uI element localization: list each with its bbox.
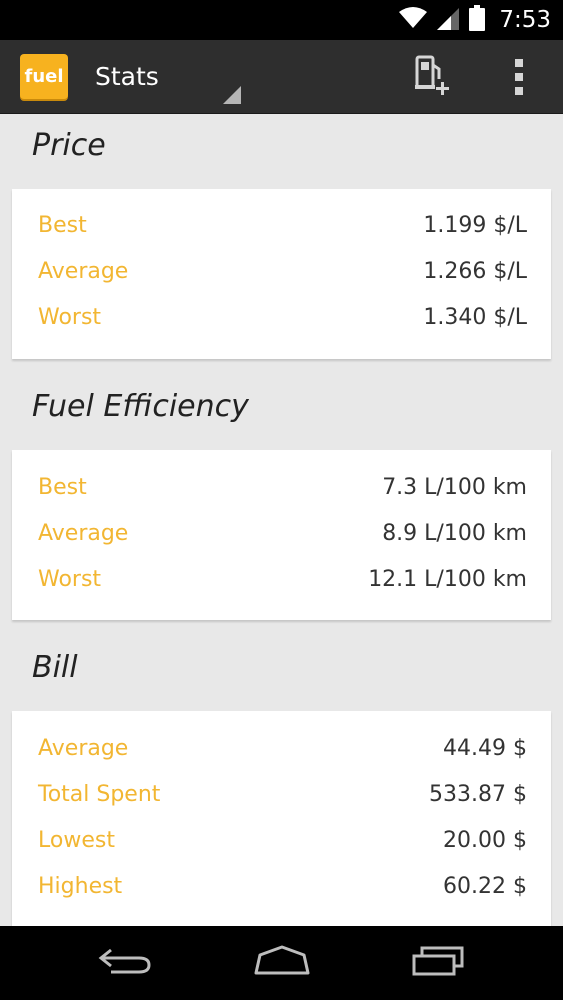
cell-signal-icon [437,6,460,34]
stat-value: 1.340 $/L [423,305,527,330]
stat-value: 12.1 L/100 km [368,567,527,592]
fuel-pump-add-icon [413,55,453,99]
stat-label: Lowest [38,828,115,853]
stat-label: Worst [38,567,102,592]
home-icon [252,945,312,981]
overflow-dot [515,87,523,95]
action-bar: fuel Stats [0,40,563,114]
recents-icon [410,946,466,980]
stats-content[interactable]: Price Best 1.199 $/L Average 1.266 $/L W… [0,114,563,926]
stat-row: Average 44.49 $ [12,732,551,772]
stat-row: Worst 1.340 $/L [12,301,551,341]
stat-value: 533.87 $ [429,782,527,807]
overflow-dot [515,73,523,81]
back-button[interactable] [65,926,185,1000]
back-icon [97,946,153,980]
card-fuel-efficiency: Best 7.3 L/100 km Average 8.9 L/100 km W… [12,450,551,620]
status-time: 7:53 [499,7,551,33]
stat-label: Worst [38,305,102,330]
stat-row: Best 1.199 $/L [12,209,551,249]
recents-button[interactable] [378,926,498,1000]
overflow-dot [515,59,523,67]
stat-row: Average 1.266 $/L [12,255,551,295]
stat-value: 1.266 $/L [423,259,527,284]
add-fuel-button[interactable] [405,52,461,102]
wifi-icon [399,7,428,33]
stat-label: Best [38,213,87,238]
stat-row: Highest 60.22 $ [12,870,551,910]
stat-value: 60.22 $ [443,874,527,899]
stat-label: Best [38,475,87,500]
section-title-fuel-efficiency: Fuel Efficiency [32,389,249,424]
stat-label: Average [38,521,129,546]
stat-value: 44.49 $ [443,736,527,761]
spinner-dropdown-icon[interactable] [223,86,241,104]
stat-label: Average [38,259,129,284]
stat-row: Lowest 20.00 $ [12,824,551,864]
home-button[interactable] [222,926,342,1000]
card-price: Best 1.199 $/L Average 1.266 $/L Worst 1… [12,189,551,359]
section-title-price: Price [32,128,106,163]
stat-label: Average [38,736,129,761]
overflow-menu-button[interactable] [498,54,540,100]
app-logo[interactable]: fuel [20,54,68,99]
stat-row: Worst 12.1 L/100 km [12,563,551,603]
stat-value: 1.199 $/L [423,213,527,238]
navigation-bar [0,926,563,1000]
stat-label: Highest [38,874,123,899]
section-title-bill: Bill [32,650,78,685]
stats-spinner-title[interactable]: Stats [95,62,159,91]
stat-row: Average 8.9 L/100 km [12,517,551,557]
stat-row: Best 7.3 L/100 km [12,471,551,511]
battery-icon [469,5,486,35]
stat-value: 7.3 L/100 km [382,475,527,500]
stat-label: Total Spent [38,782,161,807]
stat-value: 20.00 $ [443,828,527,853]
stat-value: 8.9 L/100 km [382,521,527,546]
card-bill: Average 44.49 $ Total Spent 533.87 $ Low… [12,711,551,926]
stat-row: Total Spent 533.87 $ [12,778,551,818]
status-bar: 7:53 [0,0,563,40]
